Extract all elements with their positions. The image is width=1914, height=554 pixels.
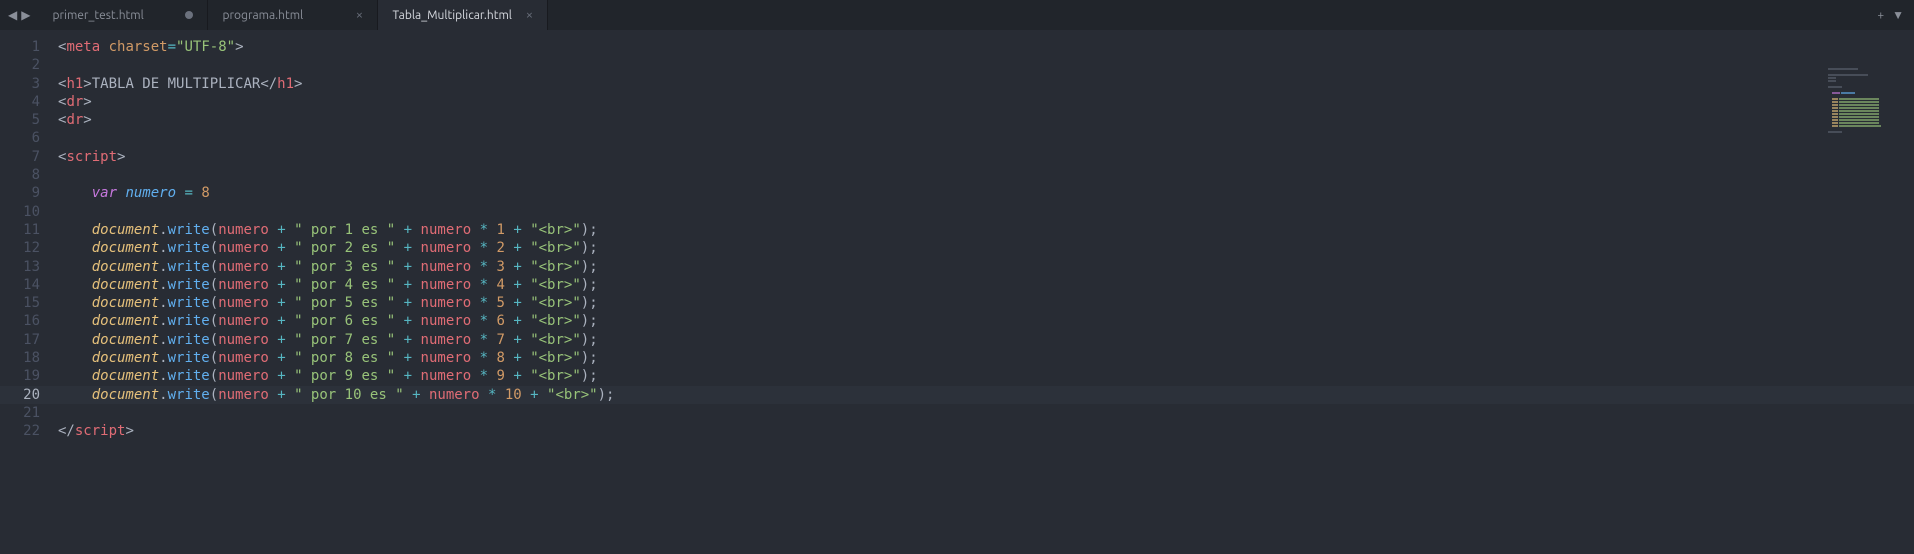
line-number: 11 — [0, 221, 54, 239]
tab-label: Tabla_Multiplicar.html — [392, 9, 513, 22]
line-number: 22 — [0, 422, 54, 440]
line-number: 14 — [0, 276, 54, 294]
code-line[interactable]: document.write(numero + " por 4 es " + n… — [54, 276, 1914, 294]
tab-tabla_multiplicar-html[interactable]: Tabla_Multiplicar.html × — [378, 0, 548, 30]
line-number: 17 — [0, 331, 54, 349]
minimap[interactable] — [1828, 68, 1908, 158]
line-number: 12 — [0, 239, 54, 257]
nav-arrows: ◀ ▶ — [0, 0, 38, 30]
code-line[interactable]: document.write(numero + " por 7 es " + n… — [54, 331, 1914, 349]
tab-dirty-icon — [185, 11, 193, 19]
code-content[interactable]: <meta charset="UTF-8"> <h1>TABLA DE MULT… — [54, 30, 1914, 554]
line-number: 8 — [0, 166, 54, 184]
code-line[interactable] — [54, 404, 1914, 422]
nav-forward-icon[interactable]: ▶ — [19, 8, 32, 22]
line-number: 4 — [0, 93, 54, 111]
code-line[interactable]: document.write(numero + " por 1 es " + n… — [54, 221, 1914, 239]
code-line[interactable] — [54, 56, 1914, 74]
line-number: 13 — [0, 258, 54, 276]
tab-label: programa.html — [222, 9, 343, 22]
code-line[interactable]: document.write(numero + " por 3 es " + n… — [54, 258, 1914, 276]
line-number: 16 — [0, 312, 54, 330]
tab-close-icon[interactable]: × — [351, 8, 367, 22]
code-line[interactable]: document.write(numero + " por 10 es " + … — [54, 386, 1914, 404]
code-line[interactable]: <meta charset="UTF-8"> — [54, 38, 1914, 56]
code-line[interactable]: document.write(numero + " por 5 es " + n… — [54, 294, 1914, 312]
line-number: 21 — [0, 404, 54, 422]
code-line[interactable] — [54, 129, 1914, 147]
tab-close-icon[interactable]: × — [521, 8, 537, 22]
tab-programa-html[interactable]: programa.html × — [208, 0, 378, 30]
code-line[interactable]: document.write(numero + " por 9 es " + n… — [54, 367, 1914, 385]
code-line[interactable]: var numero = 8 — [54, 184, 1914, 202]
code-line[interactable]: document.write(numero + " por 6 es " + n… — [54, 312, 1914, 330]
new-tab-button[interactable]: + — [1873, 9, 1888, 22]
line-number: 19 — [0, 367, 54, 385]
code-line[interactable] — [54, 203, 1914, 221]
line-number: 7 — [0, 148, 54, 166]
line-number: 1 — [0, 38, 54, 56]
tab-label: primer_test.html — [52, 9, 175, 22]
line-number: 20 — [0, 386, 54, 404]
code-line[interactable]: document.write(numero + " por 8 es " + n… — [54, 349, 1914, 367]
line-number: 10 — [0, 203, 54, 221]
editor-area[interactable]: 12345678910111213141516171819202122 <met… — [0, 30, 1914, 554]
line-number: 2 — [0, 56, 54, 74]
tab-primer_test-html[interactable]: primer_test.html — [38, 0, 208, 30]
line-number: 18 — [0, 349, 54, 367]
line-number: 15 — [0, 294, 54, 312]
code-line[interactable] — [54, 166, 1914, 184]
code-line[interactable]: <script> — [54, 148, 1914, 166]
line-number: 6 — [0, 129, 54, 147]
code-line[interactable]: </script> — [54, 422, 1914, 440]
tab-menu-button[interactable]: ▼ — [1888, 8, 1908, 22]
code-line[interactable]: <dr> — [54, 93, 1914, 111]
code-line[interactable]: document.write(numero + " por 2 es " + n… — [54, 239, 1914, 257]
line-number-gutter: 12345678910111213141516171819202122 — [0, 30, 54, 554]
tab-bar-actions: + ▼ — [1867, 0, 1914, 30]
editor-window: ◀ ▶ primer_test.htmlprograma.html×Tabla_… — [0, 0, 1914, 554]
code-line[interactable]: <dr> — [54, 111, 1914, 129]
nav-back-icon[interactable]: ◀ — [6, 8, 19, 22]
line-number: 5 — [0, 111, 54, 129]
line-number: 3 — [0, 75, 54, 93]
tab-bar: ◀ ▶ primer_test.htmlprograma.html×Tabla_… — [0, 0, 1914, 30]
line-number: 9 — [0, 184, 54, 202]
code-line[interactable]: <h1>TABLA DE MULTIPLICAR</h1> — [54, 75, 1914, 93]
